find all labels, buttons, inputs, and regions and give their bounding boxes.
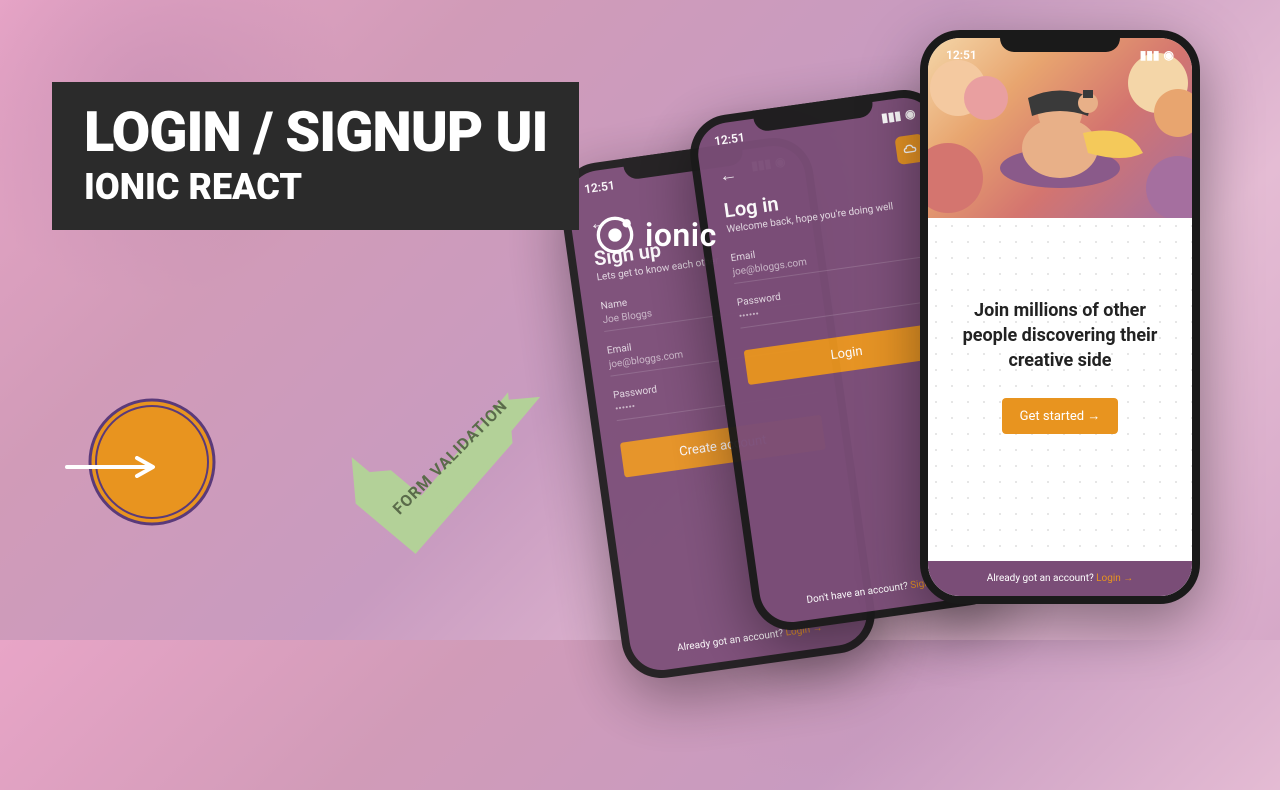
status-time: 12:51	[946, 48, 977, 62]
status-time: 12:51	[583, 178, 615, 196]
login-button[interactable]: Login	[744, 322, 950, 385]
title-sub: IONIC REACT	[84, 166, 547, 208]
ionic-label: ionic	[645, 216, 717, 254]
landing-headline: Join millions of other people discoverin…	[952, 298, 1168, 374]
signal-icon: ▮▮▮	[1140, 48, 1160, 62]
ionic-logo: ionic	[595, 215, 717, 255]
landing-footer: Already got an account? Login →	[928, 561, 1192, 596]
get-started-button[interactable]: Get started →	[1002, 398, 1119, 434]
title-box: LOGIN / SIGNUP UI IONIC REACT	[52, 82, 579, 230]
login-link[interactable]: Login →	[1096, 573, 1133, 584]
footer-text: Already got an account?	[676, 628, 786, 654]
wifi-icon: ◉	[904, 106, 916, 121]
form-validation-badge: FORM VALIDATION	[327, 345, 574, 568]
footer-text: Don't have an account?	[806, 581, 911, 606]
arrow-icon	[65, 456, 160, 482]
footer-text: Already got an account?	[987, 573, 1096, 584]
ionic-icon	[595, 215, 635, 255]
wifi-icon: ◉	[1164, 48, 1174, 62]
status-time: 12:51	[713, 130, 745, 148]
title-main: LOGIN / SIGNUP UI	[84, 104, 547, 160]
signal-icon: ▮▮▮	[880, 108, 902, 125]
phone-landing: 12:51 ▮▮▮ ◉ Join millions of other peopl…	[920, 30, 1200, 604]
phone-notch	[1000, 30, 1120, 52]
